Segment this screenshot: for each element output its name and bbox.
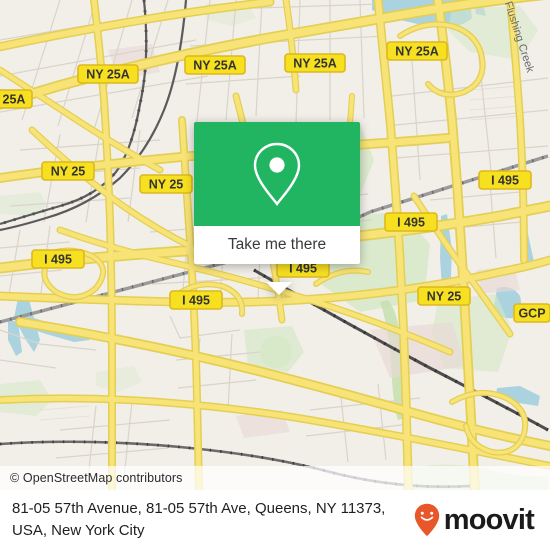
shield-i495-right-text: I 495 — [397, 215, 425, 229]
shield-i495-left-text: I 495 — [44, 252, 72, 266]
location-callout-card[interactable]: Take me there — [194, 122, 360, 295]
shield-ny-25a-upper-center-text: NY 25A — [193, 58, 237, 72]
shield-ny-25a-upper-right: NY 25A — [284, 53, 346, 73]
shield-gcp-right-edge: GCP — [513, 303, 550, 323]
shield-ny-25-right-text: NY 25 — [427, 289, 462, 303]
shield-ny-25-center-left-text: NY 25 — [149, 177, 184, 191]
shield-ny-25a-left-edge-text: 25A — [3, 92, 26, 106]
callout-pointer-tail — [266, 282, 292, 295]
callout-action-label: Take me there — [227, 236, 327, 253]
shield-i495-left: I 495 — [31, 249, 85, 269]
map-attribution-text[interactable]: © OpenStreetMap contributors — [10, 471, 183, 485]
shield-ny-25a-upper-right-text: NY 25A — [293, 56, 337, 70]
map-attribution-bar: © OpenStreetMap contributors — [0, 466, 550, 490]
shield-ny-25a-upper-center: NY 25A — [184, 55, 246, 75]
shield-i495-center-text: I 495 — [182, 293, 210, 307]
shield-ny-25a-top-right: NY 25A — [386, 41, 448, 61]
callout-action-button[interactable]: Take me there — [194, 226, 360, 264]
shield-ny-25a-top-right-text: NY 25A — [395, 44, 439, 58]
shield-i495-right: I 495 — [384, 212, 438, 232]
moovit-map-screen: Flushing Creek 25A NY 25A NY 25A NY 25A NY 2… — [0, 0, 550, 550]
moovit-pin-icon — [414, 503, 439, 537]
footer-bar: 81-05 57th Avenue, 81-05 57th Ave, Queen… — [0, 490, 550, 550]
shield-i495-center: I 495 — [169, 290, 223, 310]
shield-ny-25a-upper-left-text: NY 25A — [86, 67, 130, 81]
shield-ny-25-left: NY 25 — [41, 161, 95, 181]
moovit-wordmark: moovit — [443, 503, 535, 536]
shield-ny-25-left-text: NY 25 — [51, 164, 86, 178]
shield-i495-far-right: I 495 — [478, 170, 532, 190]
shield-i495-far-right-text: I 495 — [491, 173, 519, 187]
shield-ny-25-center-left: NY 25 — [139, 174, 193, 194]
shield-ny-25a-left-edge: 25A — [0, 89, 33, 109]
shield-ny-25-right: NY 25 — [417, 286, 471, 306]
location-pin-icon — [253, 142, 301, 206]
shield-gcp-right-edge-text: GCP — [518, 306, 545, 320]
address-text: 81-05 57th Avenue, 81-05 57th Ave, Queen… — [12, 500, 386, 539]
callout-header — [194, 122, 360, 226]
shield-ny-25a-upper-left: NY 25A — [77, 64, 139, 84]
moovit-logo[interactable]: moovit — [414, 503, 538, 537]
